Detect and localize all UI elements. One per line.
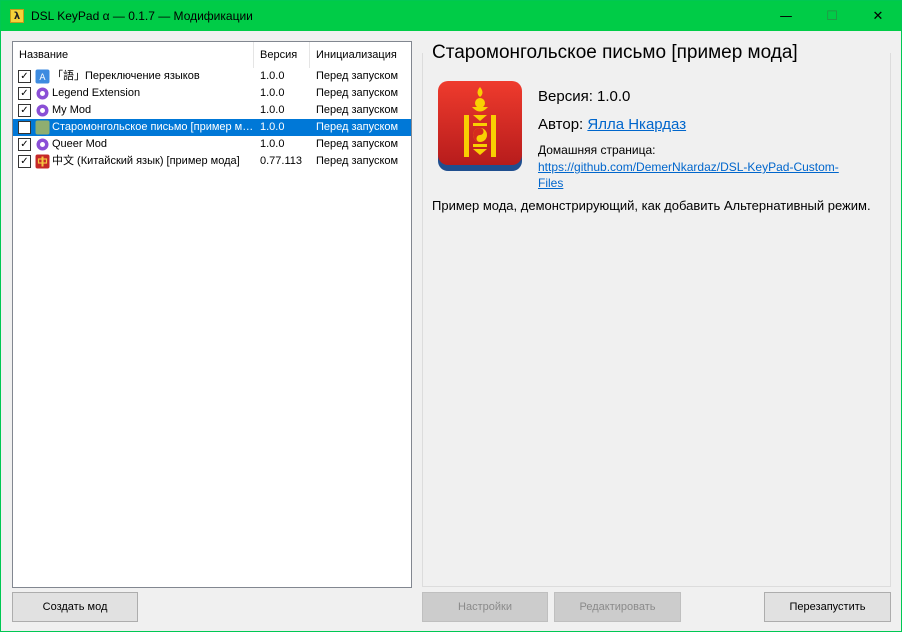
window-title: DSL KeyPad α — 0.1.7 — Модификации: [31, 9, 253, 23]
mod-name: Legend Extension: [52, 87, 141, 99]
mod-name: Queer Mod: [52, 138, 108, 150]
mod-version: 1.0.0: [260, 121, 285, 133]
author-link[interactable]: Ялла Нкардаз: [587, 116, 686, 133]
title-bar[interactable]: λ DSL KeyPad α — 0.1.7 — Модификации — ☐…: [1, 1, 901, 31]
mod-checkbox[interactable]: ✓: [18, 138, 31, 151]
mod-init: Перед запуском: [316, 121, 399, 133]
maximize-button: ☐: [826, 8, 838, 24]
mod-version: 1.0.0: [260, 70, 285, 82]
mods-list[interactable]: Название Версия Инициализация ✓ A 「語」Пер…: [12, 41, 412, 588]
homepage-label: Домашняя страница:: [538, 143, 656, 157]
mod-version: 1.0.0: [260, 104, 285, 116]
mod-version: 1.0.0: [260, 87, 285, 99]
gear-icon: [36, 138, 49, 151]
list-item[interactable]: ✓ A 「語」Переключение языков 1.0.0 Перед з…: [13, 68, 411, 85]
details-title: Старомонгольское письмо [пример мода]: [430, 42, 800, 64]
list-item[interactable]: ✓ Queer Mod 1.0.0 Перед запуском: [13, 136, 411, 153]
gear-icon: [36, 104, 49, 117]
details-author: Автор: Ялла Нкардаз: [538, 116, 686, 133]
mod-init: Перед запуском: [316, 155, 399, 167]
settings-button[interactable]: Настройки: [422, 592, 548, 622]
mod-version: 1.0.0: [260, 138, 285, 150]
mod-init: Перед запуском: [316, 104, 399, 116]
list-item[interactable]: ✓ My Mod 1.0.0 Перед запуском: [13, 102, 411, 119]
mod-init: Перед запуском: [316, 138, 399, 150]
details-version: Версия: 1.0.0: [538, 88, 631, 105]
column-header-init[interactable]: Инициализация: [310, 42, 411, 68]
list-item[interactable]: ✓ 中文 (Китайский язык) [пример мода] 0.77…: [13, 153, 411, 170]
list-item-selected[interactable]: Старомонгольское письмо [пример мода] 1.…: [13, 119, 411, 136]
language-switch-icon: A: [35, 69, 50, 84]
author-label: Автор:: [538, 116, 588, 133]
gear-icon: [36, 87, 49, 100]
chinese-character-icon: [35, 154, 50, 169]
app-lambda-icon: λ: [10, 9, 24, 23]
homepage-url-line1[interactable]: https://github.com/DemerNkardaz/DSL-KeyP…: [538, 160, 839, 174]
mongolian-soyombo-icon: [438, 81, 522, 171]
column-header-version[interactable]: Версия: [254, 42, 310, 68]
mod-checkbox[interactable]: ✓: [18, 70, 31, 83]
close-button[interactable]: ✕: [855, 1, 901, 31]
restart-button[interactable]: Перезапустить: [764, 592, 891, 622]
list-header: Название Версия Инициализация: [13, 42, 411, 68]
mod-version: 0.77.113: [260, 155, 303, 167]
mod-name: Старомонгольское письмо [пример мода]: [52, 121, 258, 133]
edit-button[interactable]: Редактировать: [554, 592, 681, 622]
app-window: λ DSL KeyPad α — 0.1.7 — Модификации — ☐…: [1, 1, 901, 631]
create-mod-button[interactable]: Создать мод: [12, 592, 138, 622]
mod-description: Пример мода, демонстрирующий, как добави…: [432, 198, 871, 213]
mod-checkbox[interactable]: ✓: [18, 104, 31, 117]
homepage-url-line2[interactable]: Files: [538, 176, 563, 190]
mongolian-emblem-icon: [35, 120, 50, 135]
minimize-button[interactable]: —: [763, 1, 809, 31]
mod-name: 「語」Переключение языков: [52, 70, 200, 82]
column-header-name[interactable]: Название: [13, 42, 254, 68]
mod-checkbox[interactable]: ✓: [18, 87, 31, 100]
mod-checkbox[interactable]: ✓: [18, 155, 31, 168]
svg-text:A: A: [39, 73, 46, 83]
mod-init: Перед запуском: [316, 70, 399, 82]
homepage-link[interactable]: https://github.com/DemerNkardaz/DSL-KeyP…: [538, 159, 839, 191]
mod-name: 中文 (Китайский язык) [пример мода]: [52, 155, 240, 167]
list-item[interactable]: ✓ Legend Extension 1.0.0 Перед запуском: [13, 85, 411, 102]
mod-name: My Mod: [52, 104, 92, 116]
mod-checkbox[interactable]: [18, 121, 31, 134]
mod-init: Перед запуском: [316, 87, 399, 99]
